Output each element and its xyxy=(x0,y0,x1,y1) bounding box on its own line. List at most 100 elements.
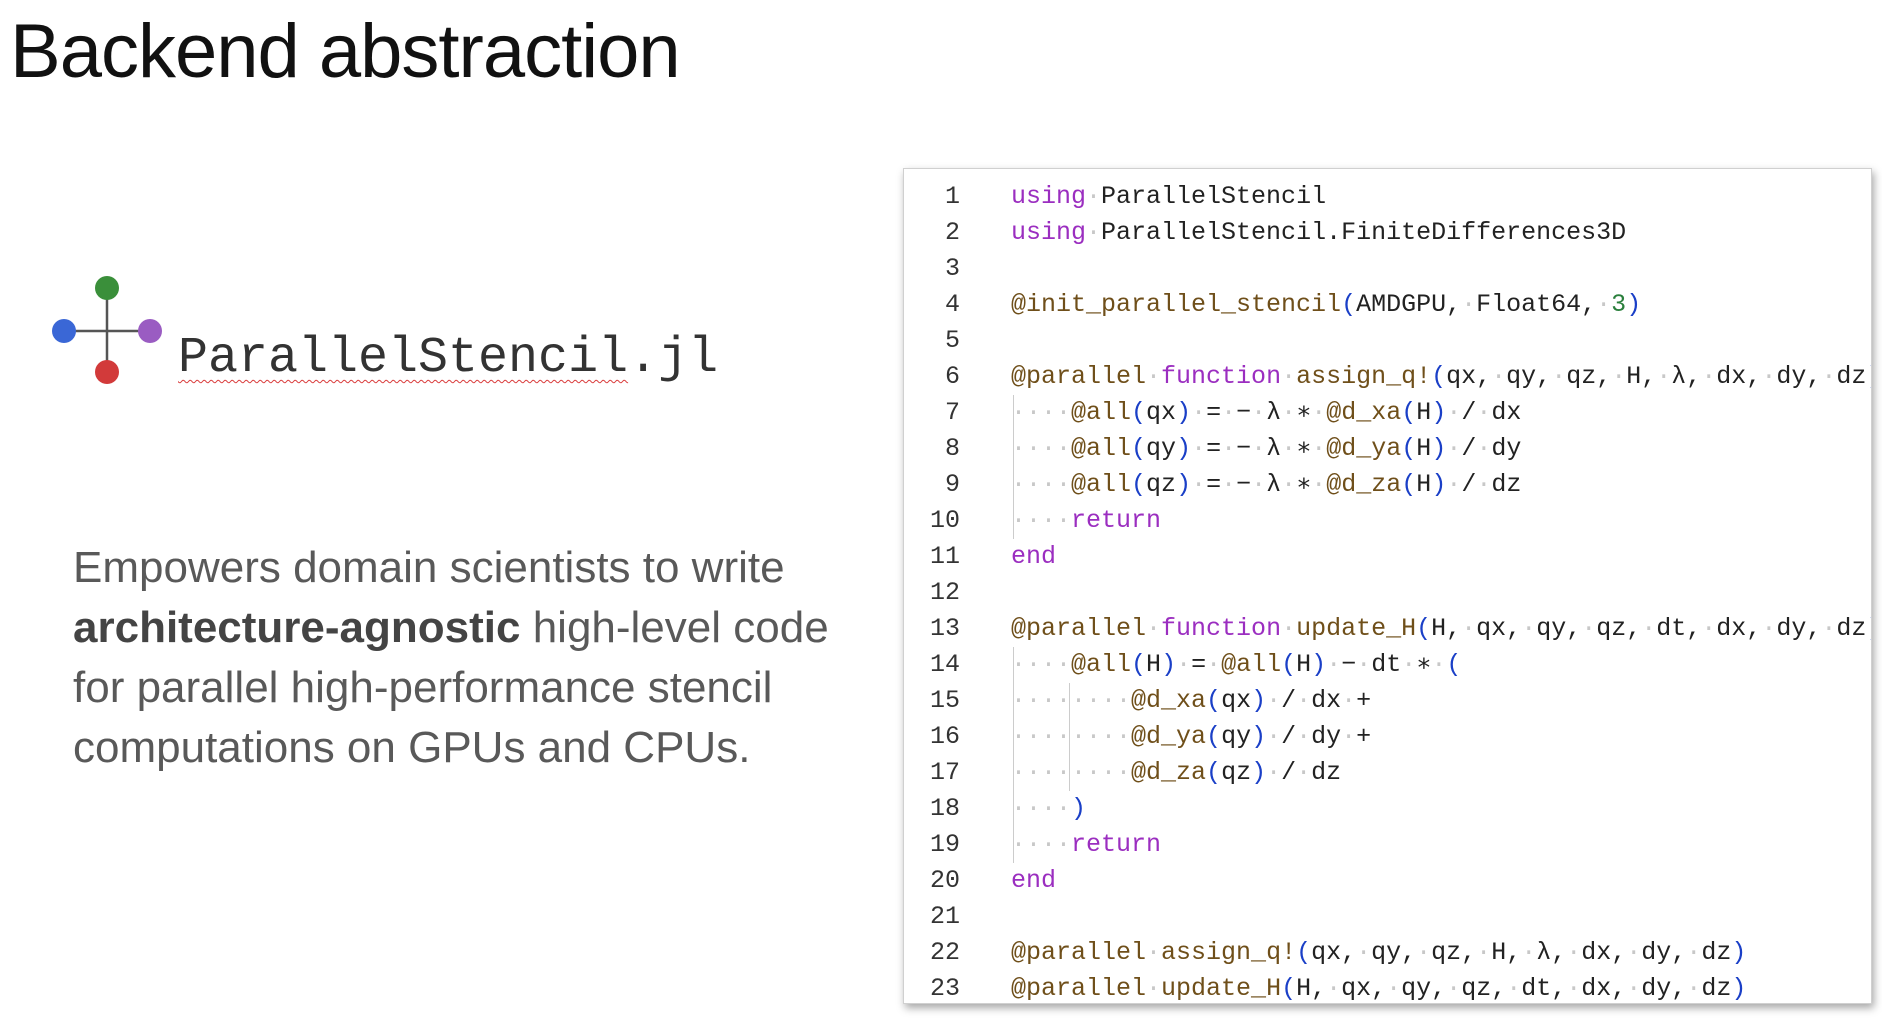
code-token: · xyxy=(1281,434,1297,463)
logo-wordmark-ext: .jl xyxy=(628,330,719,387)
code-line: 21 xyxy=(904,899,1871,935)
code-token: λ xyxy=(1266,398,1282,427)
code-token: qz, xyxy=(1566,362,1612,391)
code-token: qy, xyxy=(1506,362,1552,391)
code-token: · xyxy=(1821,614,1837,643)
code-token: · xyxy=(1341,686,1357,715)
code-token: assign_q! xyxy=(1296,362,1432,391)
code-token: · xyxy=(1311,470,1327,499)
code-token: · xyxy=(1206,650,1222,679)
code-token: · xyxy=(1281,614,1297,643)
code-token: ( xyxy=(1206,686,1222,715)
code-token: @all xyxy=(1071,470,1132,499)
code-token: dx, xyxy=(1581,974,1627,1003)
code-line: 20 end xyxy=(904,863,1871,899)
code-token: ( xyxy=(1131,434,1147,463)
indent-guide xyxy=(1013,647,1014,863)
indent-guide xyxy=(1013,395,1014,539)
code-token: ( xyxy=(1281,650,1297,679)
code-token: · xyxy=(1461,290,1477,319)
code-token: Float64, xyxy=(1476,290,1597,319)
code-token: ( xyxy=(1416,614,1432,643)
line-number: 16 xyxy=(929,722,960,751)
line-number: 2 xyxy=(944,218,960,247)
code-text: ········@d_za(qz)·/·dz xyxy=(1011,755,1341,791)
code-token: = xyxy=(1206,398,1222,427)
code-token: update_H xyxy=(1296,614,1417,643)
code-line: 15 ········@d_xa(qx)·/·dx·+ xyxy=(904,683,1871,719)
code-token: · xyxy=(1146,614,1162,643)
code-token: ∗ xyxy=(1296,434,1312,463)
code-token: @all xyxy=(1071,650,1132,679)
code-token: @all xyxy=(1071,398,1132,427)
code-token: · xyxy=(1401,650,1417,679)
code-token: · xyxy=(1086,218,1102,247)
code-token: end xyxy=(1011,542,1057,571)
code-line: 18 ····) xyxy=(904,791,1871,827)
line-number: 8 xyxy=(944,434,960,463)
code-token: · xyxy=(1266,722,1282,751)
code-token: / xyxy=(1461,434,1477,463)
line-number: 12 xyxy=(929,578,960,607)
code-token: dy, xyxy=(1776,362,1822,391)
code-text: @parallel·function·update_H(H,·qx,·qy,·q… xyxy=(1011,611,1871,647)
code-token: ) xyxy=(1311,650,1327,679)
code-token: ········ xyxy=(1011,686,1132,715)
code-line: 22 @parallel·assign_q!(qx,·qy,·qz,·H,·λ,·… xyxy=(904,935,1871,971)
code-token: · xyxy=(1281,362,1297,391)
code-text: using·ParallelStencil xyxy=(1011,179,1326,215)
code-token: AMDGPU, xyxy=(1356,290,1462,319)
code-token: · xyxy=(1686,938,1702,967)
code-token: ( xyxy=(1446,650,1462,679)
code-token: · xyxy=(1251,470,1267,499)
code-token: − xyxy=(1236,470,1252,499)
code-token: qx, xyxy=(1341,974,1387,1003)
code-token: · xyxy=(1146,362,1162,391)
code-line: 5 xyxy=(904,323,1871,359)
code-token: · xyxy=(1251,398,1267,427)
code-token: qx, xyxy=(1476,614,1522,643)
code-token: + xyxy=(1356,686,1372,715)
code-token: = xyxy=(1206,470,1222,499)
line-number: 5 xyxy=(944,326,960,355)
code-token: dz xyxy=(1836,362,1867,391)
code-token: · xyxy=(1566,974,1582,1003)
code-token: qy, xyxy=(1401,974,1447,1003)
line-number: 3 xyxy=(944,254,960,283)
code-token: ( xyxy=(1296,938,1312,967)
code-token: @d_za xyxy=(1326,470,1402,499)
code-editor-panel[interactable]: 1 using·ParallelStencil 2 using·ParallelSte… xyxy=(903,168,1872,1004)
code-token: qx, xyxy=(1311,938,1357,967)
code-token: ParallelStencil xyxy=(1101,182,1327,211)
logo-wordmark: ParallelStencil.jl xyxy=(178,330,718,387)
code-token: · xyxy=(1296,722,1312,751)
code-token: − xyxy=(1236,398,1252,427)
code-token: / xyxy=(1281,686,1297,715)
code-text: ····return xyxy=(1011,827,1161,863)
code-token: qy xyxy=(1221,722,1252,751)
code-token: ( xyxy=(1431,362,1447,391)
code-token: ) xyxy=(1626,290,1642,319)
code-token: H xyxy=(1416,470,1432,499)
code-token: ···· xyxy=(1011,434,1072,463)
description-pre: Empowers domain scientists to write xyxy=(73,543,785,592)
code-token: @init_parallel_stencil xyxy=(1011,290,1342,319)
code-token: · xyxy=(1266,758,1282,787)
code-token: qz xyxy=(1221,758,1252,787)
code-token: return xyxy=(1071,506,1162,535)
code-token: ···· xyxy=(1011,794,1072,823)
code-line: 17 ········@d_za(qz)·/·dz xyxy=(904,755,1871,791)
code-token: · xyxy=(1266,686,1282,715)
code-token: @parallel xyxy=(1011,362,1147,391)
code-token: qx xyxy=(1221,686,1252,715)
code-token: · xyxy=(1491,362,1507,391)
code-token: dx, xyxy=(1716,362,1762,391)
code-token: · xyxy=(1476,938,1492,967)
logo-dot-right xyxy=(138,319,162,343)
code-token: ) xyxy=(1251,722,1267,751)
code-token: qy, xyxy=(1536,614,1582,643)
code-token: ········ xyxy=(1011,758,1132,787)
code-line: 4 @init_parallel_stencil(AMDGPU,·Float64,… xyxy=(904,287,1871,323)
code-token: ( xyxy=(1401,470,1417,499)
code-token: qy xyxy=(1146,434,1177,463)
